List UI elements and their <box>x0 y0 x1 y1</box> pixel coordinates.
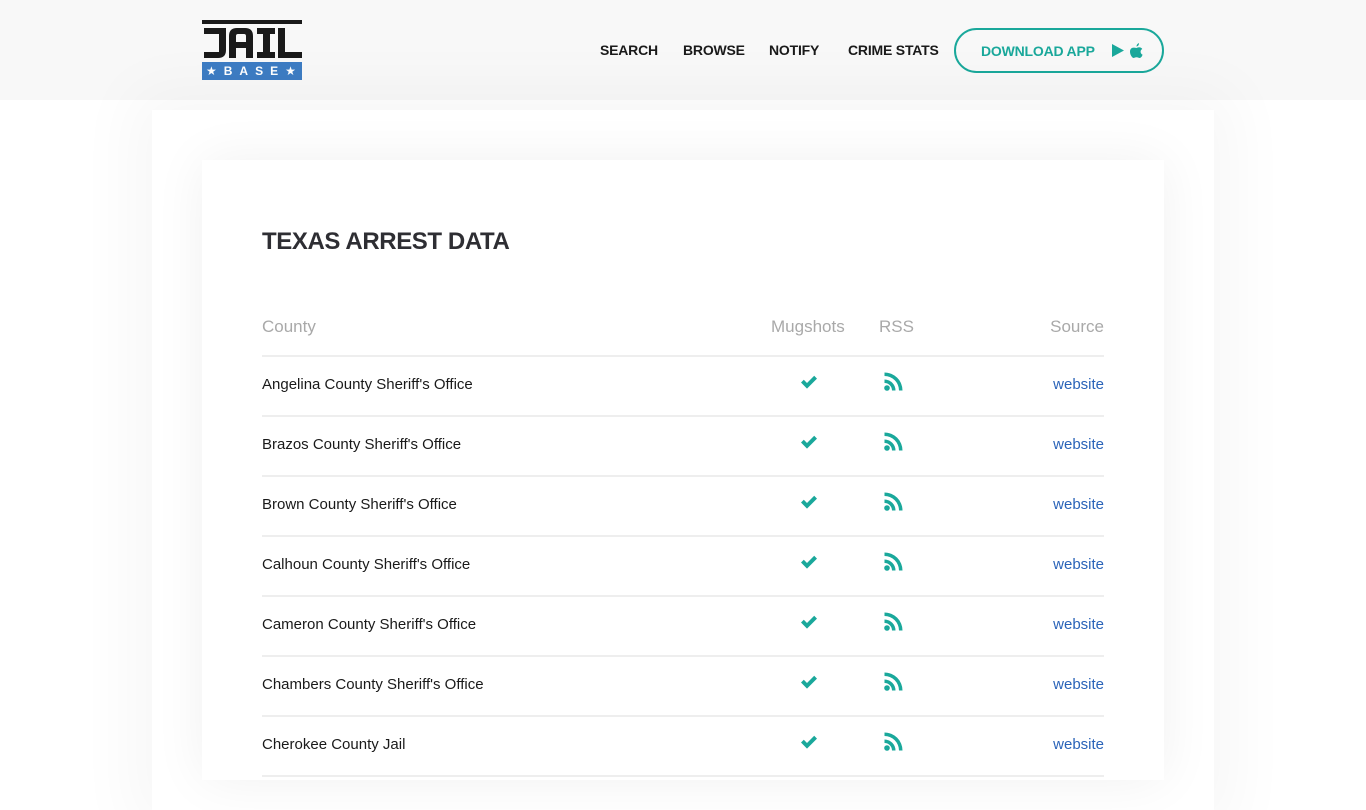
source-website-link[interactable]: website <box>1053 556 1104 573</box>
source-website-link[interactable]: website <box>1053 436 1104 453</box>
table-row: Brazos County Sheriff's Office website <box>262 417 1104 477</box>
nav-crime-stats[interactable]: CRIME STATS <box>848 42 939 58</box>
apple-icon <box>1129 43 1143 58</box>
source-website-link[interactable]: website <box>1053 616 1104 633</box>
site-header: ★BASE★ SEARCH BROWSE NOTIFY CRIME STATS … <box>0 0 1366 100</box>
county-name: Cameron County Sheriff's Office <box>262 616 477 633</box>
checkmark-icon <box>801 555 817 569</box>
checkmark-icon <box>801 435 817 449</box>
rss-feed-icon[interactable] <box>884 732 903 751</box>
main-nav: SEARCH BROWSE NOTIFY CRIME STATS DOWNLOA… <box>0 28 1366 73</box>
rss-feed-icon[interactable] <box>884 612 903 631</box>
source-website-link[interactable]: website <box>1053 376 1104 393</box>
table-row: Cameron County Sheriff's Office website <box>262 597 1104 657</box>
county-name: Angelina County Sheriff's Office <box>262 376 473 393</box>
download-app-label: DOWNLOAD APP <box>981 42 1095 59</box>
rss-feed-icon[interactable] <box>884 672 903 691</box>
column-header-mugshots: Mugshots <box>771 317 845 336</box>
source-website-link[interactable]: website <box>1053 496 1104 513</box>
table-row: Angelina County Sheriff's Office website <box>262 357 1104 417</box>
checkmark-icon <box>801 375 817 389</box>
page-title: TEXAS ARREST DATA <box>262 228 510 255</box>
source-website-link[interactable]: website <box>1053 676 1104 693</box>
rss-feed-icon[interactable] <box>884 492 903 511</box>
county-name: Brown County Sheriff's Office <box>262 496 457 513</box>
google-play-icon <box>1111 44 1124 57</box>
table-row: Cherokee County Jail website <box>262 717 1104 777</box>
county-name: Brazos County Sheriff's Office <box>262 436 462 453</box>
column-header-county: County <box>262 317 316 336</box>
county-name: Calhoun County Sheriff's Office <box>262 556 471 573</box>
column-header-rss: RSS <box>879 317 914 336</box>
arrest-data-table: County Mugshots RSS Source Angelina Coun… <box>262 308 1104 777</box>
checkmark-icon <box>801 675 817 689</box>
table-row: Calhoun County Sheriff's Office website <box>262 537 1104 597</box>
table-body: Angelina County Sheriff's Office website… <box>262 357 1104 777</box>
download-app-button[interactable]: DOWNLOAD APP <box>954 28 1164 73</box>
rss-feed-icon[interactable] <box>884 372 903 391</box>
source-website-link[interactable]: website <box>1053 736 1104 753</box>
county-name: Chambers County Sheriff's Office <box>262 676 484 693</box>
checkmark-icon <box>801 615 817 629</box>
column-header-source: Source <box>1050 317 1104 336</box>
rss-feed-icon[interactable] <box>884 552 903 571</box>
checkmark-icon <box>801 735 817 749</box>
checkmark-icon <box>801 495 817 509</box>
table-header: County Mugshots RSS Source <box>262 308 1104 357</box>
nav-browse[interactable]: BROWSE <box>683 42 745 58</box>
arrest-data-card: TEXAS ARREST DATA County Mugshots RSS So… <box>202 160 1164 780</box>
rss-feed-icon[interactable] <box>884 432 903 451</box>
nav-notify[interactable]: NOTIFY <box>769 42 819 58</box>
nav-search[interactable]: SEARCH <box>600 42 658 58</box>
table-row: Brown County Sheriff's Office website <box>262 477 1104 537</box>
county-name: Cherokee County Jail <box>262 736 406 753</box>
table-row: Chambers County Sheriff's Office website <box>262 657 1104 717</box>
